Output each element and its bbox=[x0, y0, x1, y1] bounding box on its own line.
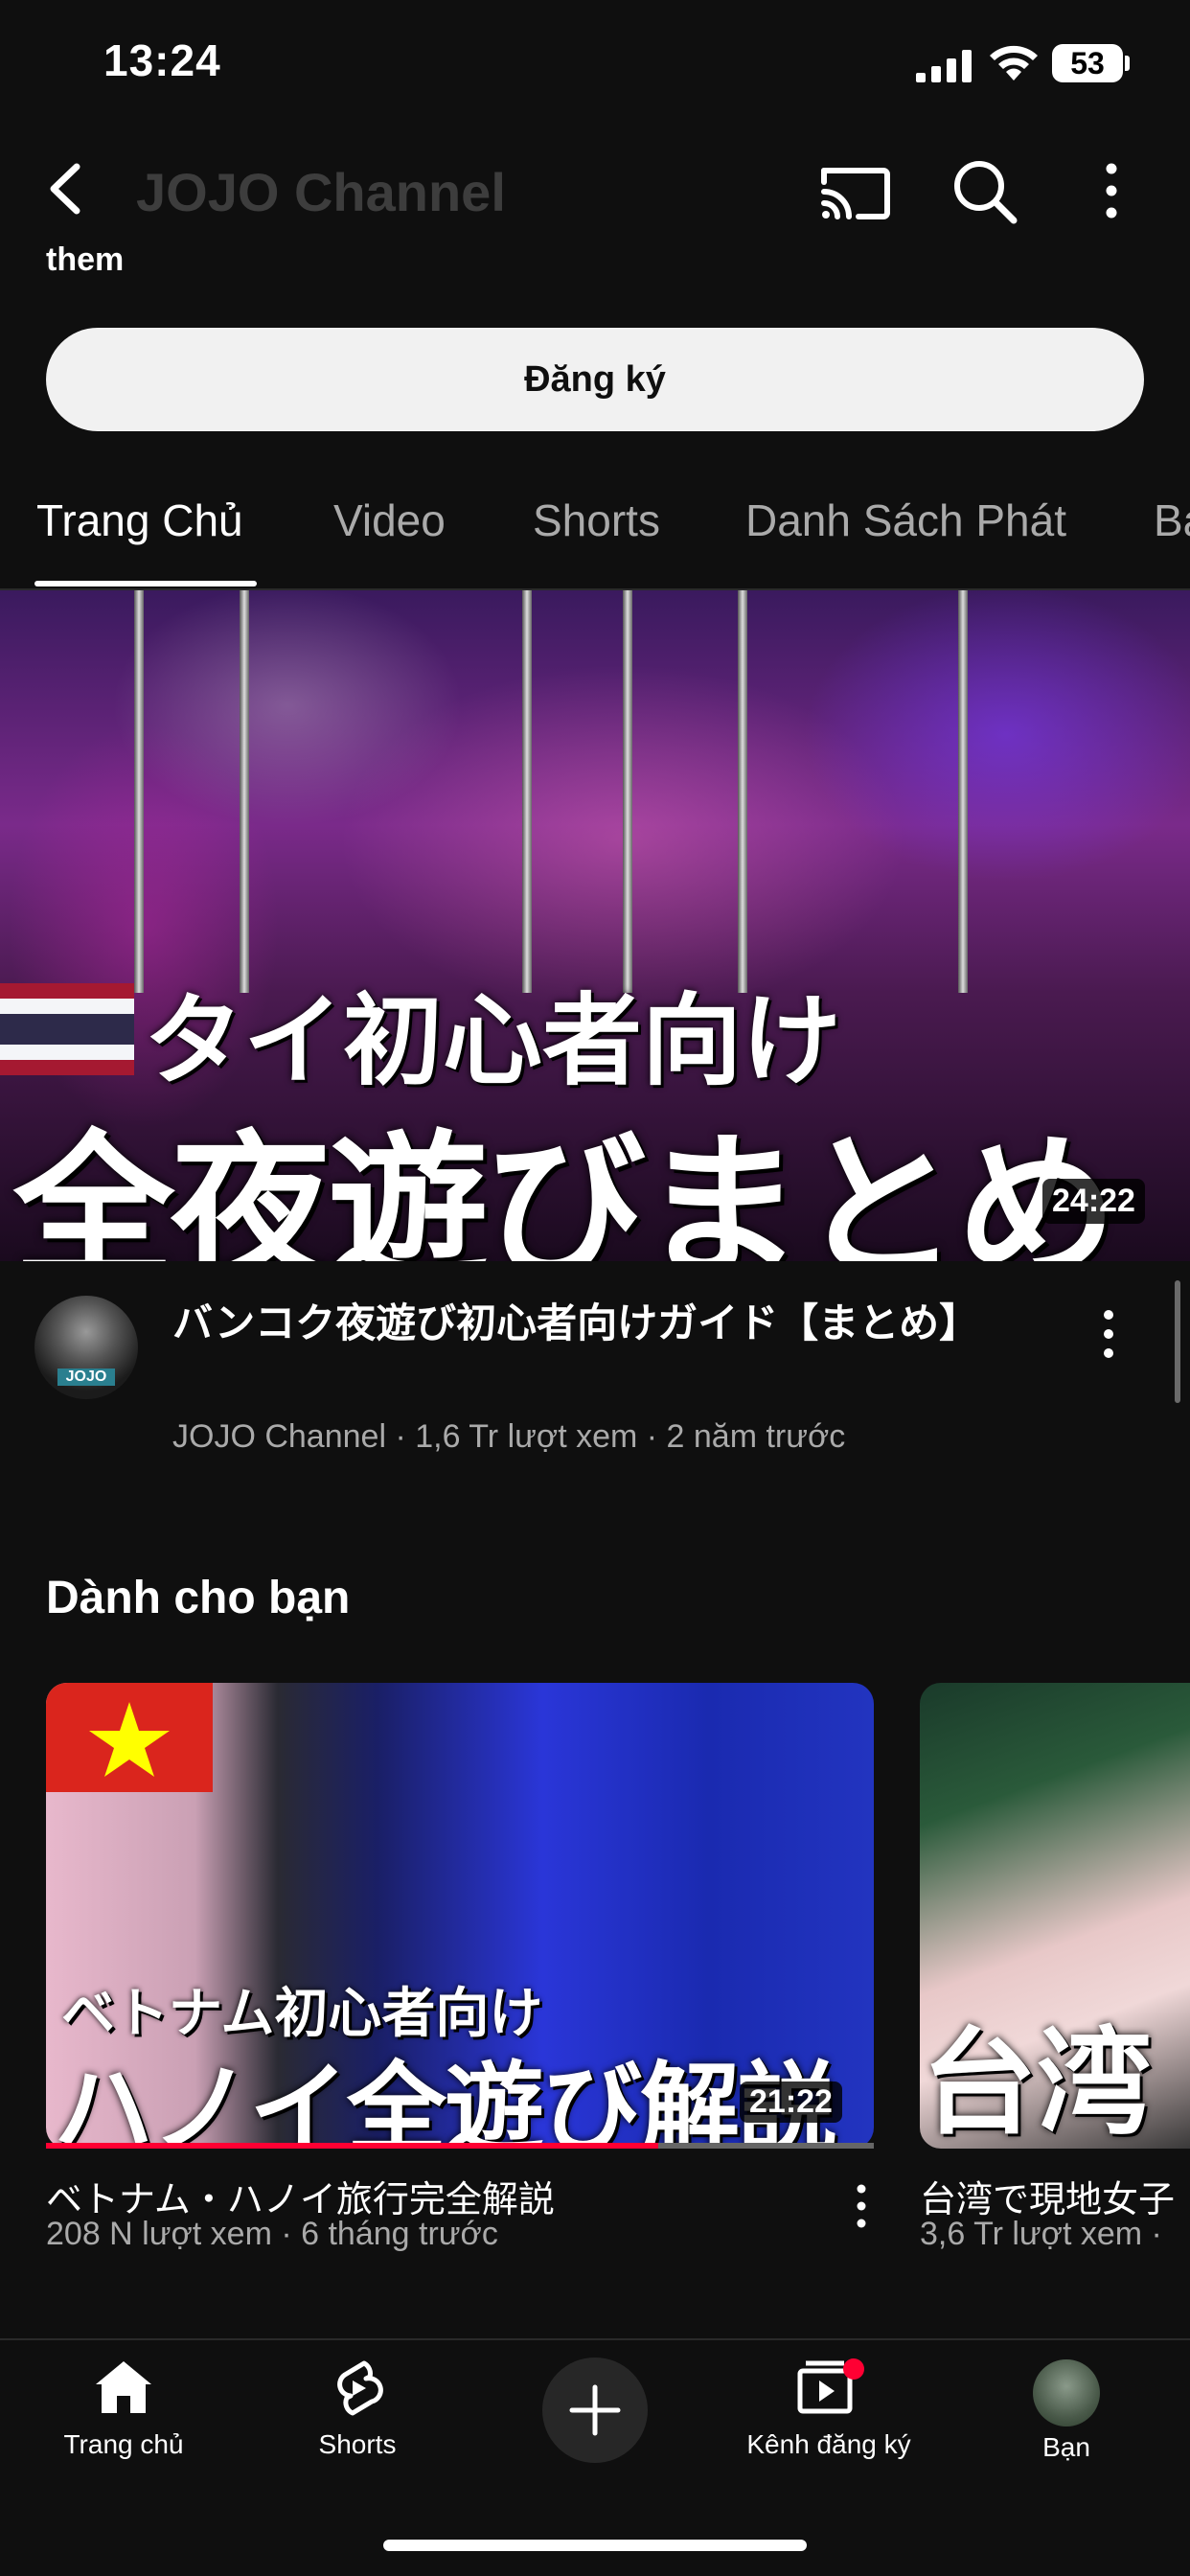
recommended-video-thumbnail[interactable]: ベトナム初心者向け ハノイ全遊び解説 bbox=[46, 1683, 874, 2149]
video-duration-badge: 24:22 bbox=[1042, 1179, 1145, 1224]
cellular-signal-icon bbox=[916, 50, 972, 82]
cast-icon[interactable] bbox=[816, 157, 893, 224]
home-icon bbox=[96, 2361, 151, 2413]
video-duration-badge: 21:22 bbox=[740, 2082, 842, 2123]
back-arrow-icon[interactable] bbox=[36, 155, 98, 222]
recommended-video-metadata: 208 N lượt xem · 6 tháng trước bbox=[46, 2216, 498, 2252]
tab-videos[interactable]: Video bbox=[333, 494, 446, 546]
battery-cap bbox=[1125, 56, 1130, 71]
home-indicator[interactable] bbox=[383, 2540, 807, 2551]
subscribe-button[interactable]: Đăng ký bbox=[46, 328, 1144, 431]
video-options-icon[interactable] bbox=[849, 2181, 874, 2231]
nav-you-label: Bạn bbox=[1042, 2432, 1090, 2462]
watch-progress-bar bbox=[46, 2143, 659, 2149]
avatar-label: JOJO bbox=[57, 1368, 115, 1386]
thailand-flag-icon bbox=[0, 983, 134, 1075]
vietnam-flag-icon bbox=[46, 1683, 213, 1792]
nav-shorts-label: Shorts bbox=[318, 2429, 397, 2459]
video-options-icon[interactable] bbox=[1094, 1305, 1123, 1363]
nav-subscriptions-label: Kênh đăng ký bbox=[746, 2429, 911, 2459]
thumbnail-caption-line2: ハノイ全遊び解説 bbox=[54, 2050, 837, 2149]
wifi-icon bbox=[990, 45, 1038, 80]
recommended-video-metadata: 3,6 Tr lượt xem · bbox=[920, 2216, 1162, 2252]
create-button[interactable] bbox=[542, 2358, 648, 2463]
nav-home-label: Trang chủ bbox=[63, 2429, 184, 2459]
thumbnail-caption: 台湾 bbox=[922, 2015, 1152, 2149]
plus-icon bbox=[569, 2384, 621, 2436]
recommended-video-title[interactable]: ベトナム・ハノイ旅行完全解説 bbox=[46, 2170, 555, 2222]
status-time: 13:24 bbox=[103, 35, 221, 85]
nav-you[interactable]: Bạn bbox=[956, 2425, 1177, 2463]
channel-avatar[interactable]: JOJO bbox=[34, 1296, 138, 1399]
tab-more-partial[interactable]: Ba bbox=[1154, 494, 1190, 546]
more-vert-icon[interactable] bbox=[1090, 157, 1133, 224]
video-metadata: JOJO Channel · 1,6 Tr lượt xem · 2 năm t… bbox=[172, 1418, 846, 1455]
thumbnail-caption-line2: 全夜遊びまとめ bbox=[13, 1114, 1117, 1261]
tab-shorts[interactable]: Shorts bbox=[533, 494, 660, 546]
nav-subscriptions[interactable]: Kênh đăng ký bbox=[719, 2358, 939, 2460]
recommended-video-title[interactable]: 台湾で現地女子 bbox=[920, 2170, 1175, 2222]
battery-indicator: 53 bbox=[1052, 44, 1123, 82]
nav-home[interactable]: Trang chủ bbox=[13, 2358, 234, 2460]
recommended-video-thumbnail[interactable]: 台湾 bbox=[920, 1683, 1190, 2149]
section-title-for-you: Dành cho bạn bbox=[46, 1573, 351, 1623]
nav-shorts[interactable]: Shorts bbox=[247, 2358, 468, 2460]
video-title[interactable]: バンコク夜遊び初心者向けガイド【まとめ】 bbox=[172, 1296, 1016, 1351]
tab-playlists[interactable]: Danh Sách Phát bbox=[745, 494, 1066, 546]
scrollbar[interactable] bbox=[1175, 1280, 1180, 1403]
subscriptions-icon bbox=[797, 2358, 864, 2414]
search-icon[interactable] bbox=[949, 155, 1021, 228]
featured-video-thumbnail[interactable]: タイ初心者向け 全夜遊びまとめ bbox=[0, 590, 1190, 1261]
user-avatar[interactable] bbox=[1033, 2359, 1100, 2426]
active-tab-indicator bbox=[34, 581, 257, 586]
tab-home[interactable]: Trang Chủ bbox=[36, 494, 243, 546]
channel-description-fragment: them bbox=[46, 242, 125, 278]
shorts-icon bbox=[337, 2360, 383, 2416]
channel-title: JOJO Channel bbox=[136, 162, 506, 222]
